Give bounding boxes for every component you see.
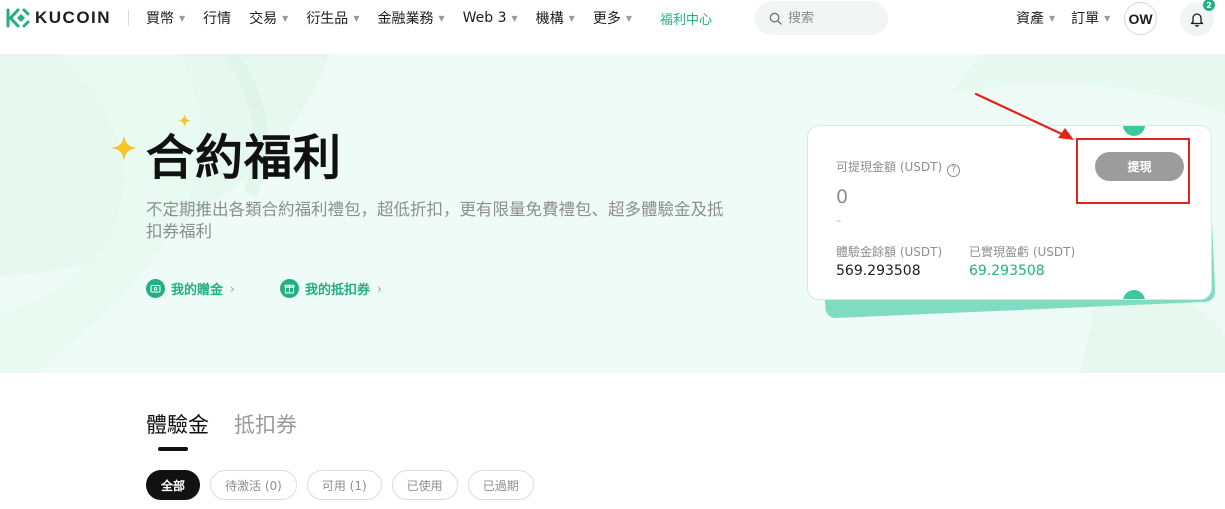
trial-balance-label: 體驗金餘額 (USDT): [836, 245, 943, 259]
nav-item-label: 更多: [592, 11, 621, 27]
nav-item-label: 資產: [1016, 11, 1044, 27]
bell-icon: [1190, 13, 1204, 27]
avatar[interactable]: OW: [1124, 2, 1157, 35]
search-input[interactable]: [788, 10, 878, 26]
coupon-icon: [280, 279, 299, 298]
nav-item-label: 福利中心: [659, 12, 712, 28]
page-title: 合約福利: [146, 130, 343, 186]
top-nav: KUCOIN 買幣 ▼ 行情 交易 ▼ 衍生品 ▼ 金融業務 ▼ Web 3 ▼ 機構 ▼ …: [0, 0, 1225, 36]
chevron-down-icon: ▼: [511, 13, 518, 23]
nav-item-label: 衍生品: [306, 11, 349, 27]
nav-item-rewards-hub[interactable]: 福利中心: [660, 9, 712, 28]
sparkle-icon: [111, 135, 137, 161]
nav-item-markets[interactable]: 行情: [203, 8, 231, 28]
tab-trial-funds[interactable]: 體驗金: [146, 409, 209, 451]
tab-coupons[interactable]: 抵扣券: [234, 409, 297, 439]
chevron-right-icon: ›: [377, 281, 382, 296]
my-coupons-link[interactable]: 我的抵扣券 ›: [280, 279, 382, 298]
chevron-down-icon: ▼: [1049, 13, 1056, 23]
withdrawable-label-text: 可提現金額 (USDT): [836, 160, 943, 174]
brand-name: KUCOIN: [35, 8, 112, 27]
kucoin-logo-icon: [6, 8, 30, 28]
nav-item-label: 行情: [203, 11, 232, 27]
search-icon: [769, 12, 782, 25]
notification-badge: 2: [1203, 0, 1215, 11]
nav-item-label: 買幣: [146, 11, 174, 27]
withdrawable-sub: –: [836, 214, 842, 227]
chevron-down-icon: ▼: [1104, 13, 1111, 23]
nav-item-label: Web 3: [462, 10, 507, 26]
my-bonus-label: 我的贈金: [171, 283, 224, 298]
card-notch-top: [1123, 126, 1145, 136]
kucoin-logo[interactable]: KUCOIN: [6, 8, 111, 28]
nav-item-trade[interactable]: 交易 ▼: [249, 8, 288, 28]
chevron-down-icon: ▼: [179, 13, 186, 23]
nav-divider: [128, 10, 129, 26]
card-notch-bottom: [1123, 290, 1145, 299]
trial-balance-value: 569.293508: [836, 263, 921, 279]
tab-label: 體驗金: [146, 413, 209, 437]
annotation-arrow: [974, 92, 1074, 140]
filter-used[interactable]: 已使用: [391, 470, 458, 500]
nav-item-derivatives[interactable]: 衍生品 ▼: [306, 8, 359, 28]
help-icon[interactable]: ?: [947, 164, 961, 177]
gift-money-icon: [146, 279, 165, 298]
realized-pnl-value: 69.293508: [969, 263, 1045, 279]
notifications-button[interactable]: 2: [1180, 0, 1215, 36]
tab-label: 抵扣券: [234, 413, 297, 437]
nav-right: 資產 ▼ 訂單 ▼: [1016, 0, 1126, 36]
chevron-down-icon: ▼: [568, 13, 575, 23]
nav-item-institutional[interactable]: 機構 ▼: [536, 8, 575, 28]
nav-item-label: 訂單: [1071, 11, 1100, 27]
chevron-right-icon: ›: [230, 281, 235, 296]
nav-item-buy-crypto[interactable]: 買幣 ▼: [146, 8, 185, 28]
nav-item-label: 機構: [535, 11, 564, 27]
nav-item-label: 交易: [249, 11, 278, 27]
filter-pending[interactable]: 待激活 (0): [210, 470, 297, 500]
my-coupons-label: 我的抵扣券: [305, 283, 371, 298]
tab-bar: 體驗金 抵扣券: [146, 409, 322, 451]
nav-item-finance[interactable]: 金融業務 ▼: [377, 8, 444, 28]
withdrawable-label: 可提現金額 (USDT)?: [836, 158, 961, 177]
my-bonus-link[interactable]: 我的贈金 ›: [146, 279, 235, 298]
nav-item-label: 金融業務: [377, 11, 434, 27]
nav-item-more[interactable]: 更多 ▼: [593, 8, 632, 28]
search-box[interactable]: [755, 1, 888, 35]
nav-item-assets[interactable]: 資產 ▼: [1016, 8, 1055, 28]
filter-available[interactable]: 可用 (1): [306, 470, 382, 500]
withdrawable-amount: 0: [836, 186, 849, 208]
page-description: 不定期推出各類合約福利禮包，超低折扣，更有限量免費禮包、超多體驗金及抵扣券福利: [146, 200, 724, 241]
realized-pnl-label: 已實現盈虧 (USDT): [969, 245, 1076, 259]
filter-expired[interactable]: 已過期: [467, 470, 534, 500]
chevron-down-icon: ▼: [282, 13, 289, 23]
status-filters: 全部 待激活 (0) 可用 (1) 已使用 已過期: [146, 470, 544, 500]
nav-item-orders[interactable]: 訂單 ▼: [1071, 8, 1110, 28]
tab-active-indicator: [158, 447, 188, 451]
nav-menu: 買幣 ▼ 行情 交易 ▼ 衍生品 ▼ 金融業務 ▼ Web 3 ▼ 機構 ▼ 更多 ▼ 福利中…: [146, 0, 730, 36]
filter-all[interactable]: 全部: [146, 470, 201, 500]
annotation-highlight-box: [1076, 138, 1190, 204]
nav-item-web3[interactable]: Web 3 ▼: [463, 10, 518, 26]
chevron-down-icon: ▼: [625, 13, 632, 23]
chevron-down-icon: ▼: [353, 13, 360, 23]
chevron-down-icon: ▼: [438, 13, 445, 23]
